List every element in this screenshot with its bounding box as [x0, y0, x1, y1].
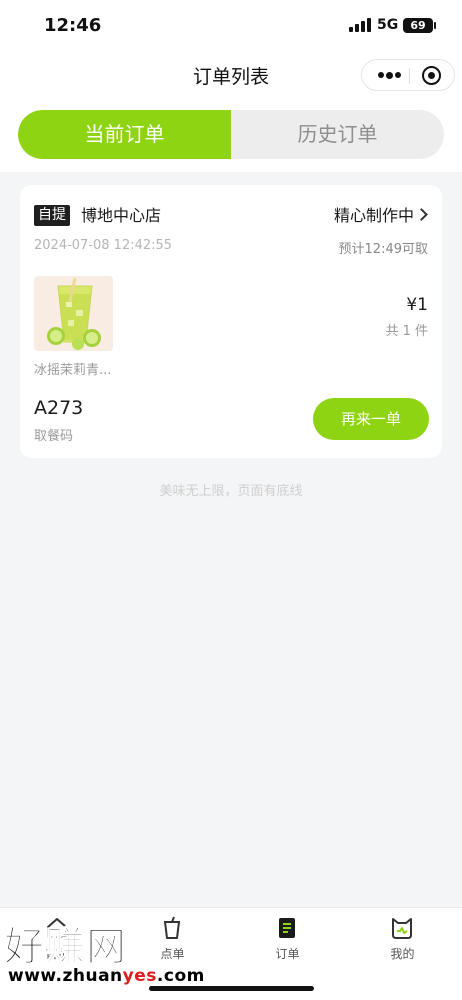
reorder-button[interactable]: 再来一单: [313, 398, 429, 440]
capsule-divider: [409, 68, 410, 84]
list-end-text: 美味无上限，页面有底线: [159, 484, 303, 499]
tabbar-item-orders[interactable]: 订单: [230, 908, 345, 968]
tabbar-label: 点单: [160, 947, 185, 961]
battery-icon: 69: [403, 18, 433, 33]
order-doc-icon: [279, 918, 295, 938]
nav-bar: 订单列表: [0, 52, 462, 98]
product-image: [34, 276, 113, 351]
watermark-logo: 好赚网: [4, 924, 127, 971]
item-count: 共 1 件: [385, 324, 428, 339]
more-icon[interactable]: [372, 60, 406, 90]
miniprogram-capsule: [361, 59, 455, 91]
status-bar: 12:46 5G 69: [0, 0, 462, 52]
close-miniprogram-icon[interactable]: [422, 66, 441, 85]
pickup-type-badge: 自提: [34, 205, 70, 226]
tabbar-label: 订单: [275, 947, 300, 961]
store-name: 博地中心店: [81, 206, 162, 225]
status-time: 12:46: [44, 15, 102, 36]
tabbar-item-profile[interactable]: 我的: [345, 908, 460, 968]
product-name: 冰摇茉莉青...: [34, 363, 112, 378]
signal-icon: [349, 18, 371, 32]
watermark-url: www.zhuanyes.com: [8, 966, 205, 986]
home-indicator: [149, 986, 314, 991]
pickup-code: A273: [34, 397, 84, 419]
order-status[interactable]: 精心制作中: [334, 205, 414, 226]
order-eta: 预计12:49可取: [338, 242, 428, 257]
battery-tip: [434, 22, 436, 29]
network-type: 5G: [377, 17, 399, 33]
chevron-right-icon[interactable]: [415, 208, 428, 221]
tabbar-item-menu[interactable]: 点单: [115, 908, 230, 968]
tab-history-orders[interactable]: 历史订单: [231, 110, 444, 159]
tab-current-orders[interactable]: 当前订单: [18, 110, 231, 159]
order-datetime: 2024-07-08 12:42:55: [34, 238, 173, 253]
order-card[interactable]: 自提 博地中心店 精心制作中 2024-07-08 12:42:55 预计12:…: [20, 185, 442, 458]
cup-icon: [164, 916, 180, 939]
tabbar-label: 我的: [390, 947, 415, 961]
pickup-code-label: 取餐码: [34, 429, 74, 444]
order-price: ¥1: [406, 295, 428, 315]
cat-profile-icon: [392, 918, 412, 939]
order-tabs: 当前订单 历史订单: [18, 110, 444, 159]
